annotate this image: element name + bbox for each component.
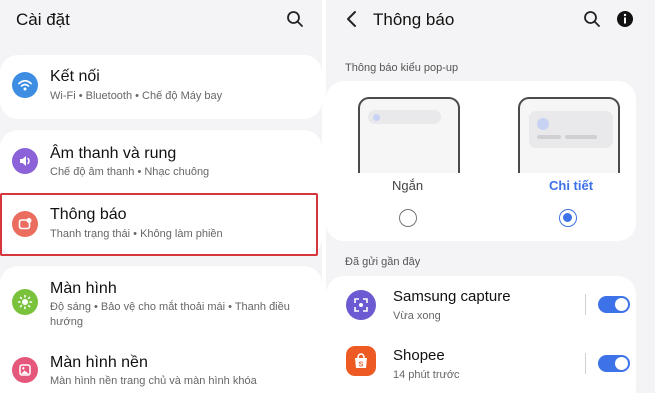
recent-app-row[interactable]: Samsung capture Vừa xong <box>326 276 636 334</box>
info-icon[interactable] <box>615 9 635 29</box>
row-divider <box>585 294 586 315</box>
settings-item-sound[interactable]: Âm thanh và rung Chế độ âm thanh • Nhạc … <box>0 130 322 193</box>
svg-text:S: S <box>359 362 364 369</box>
app-time: 14 phút trước <box>393 369 460 381</box>
volume-icon <box>12 148 38 174</box>
settings-header: Cài đặt <box>0 0 322 40</box>
recent-apps-card: Samsung capture Vừa xong S Shopee 14 phú… <box>326 276 636 393</box>
brief-option-label: Ngắn <box>392 178 424 193</box>
settings-title: Cài đặt <box>16 10 70 29</box>
search-icon[interactable] <box>582 9 602 29</box>
settings-item-wallpaper[interactable]: Màn hình nền Màn hình nền trang chủ và m… <box>0 342 322 393</box>
notifications-title: Thông báo <box>373 10 455 29</box>
detailed-option-label: Chi tiết <box>549 178 594 193</box>
samsung-capture-icon <box>346 290 376 320</box>
settings-item-display[interactable]: Màn hình Độ sáng • Bảo vệ cho mắt thoải … <box>0 266 322 342</box>
detailed-preview[interactable] <box>518 97 620 173</box>
brief-radio[interactable] <box>399 209 417 227</box>
settings-item-label: Âm thanh và rung <box>50 145 177 162</box>
app-time: Vừa xong <box>393 310 441 322</box>
recent-app-row[interactable]: S Shopee 14 phút trước <box>326 334 636 393</box>
shopee-toggle[interactable] <box>598 355 630 372</box>
brightness-icon <box>12 289 38 315</box>
highlight-box <box>0 193 318 256</box>
popup-style-card: Ngắn Chi tiết <box>326 81 636 241</box>
recent-section-label: Đã gửi gần đây <box>345 256 421 268</box>
notifications-header: Thông báo <box>326 0 655 40</box>
row-divider <box>585 353 586 374</box>
settings-item-label: Màn hình <box>50 280 117 297</box>
settings-card-connections: Kết nối Wi-Fi • Bluetooth • Chế độ Máy b… <box>0 55 322 119</box>
settings-item-sub: Chế độ âm thanh • Nhạc chuông <box>50 166 210 178</box>
samsung-capture-toggle[interactable] <box>598 296 630 313</box>
back-arrow-icon[interactable] <box>342 9 362 29</box>
settings-item-sub: Độ sáng • Bảo vệ cho mắt thoải mái • Tha… <box>50 301 290 313</box>
wallpaper-icon <box>12 357 38 383</box>
settings-item-sub-continued: hướng <box>50 316 83 328</box>
popup-section-label: Thông báo kiểu pop-up <box>345 62 459 74</box>
app-name: Samsung capture <box>393 288 511 305</box>
settings-item-label: Kết nối <box>50 68 100 85</box>
notifications-pane: Thông báo Thông báo kiểu pop-up Ngắn Chi… <box>326 0 655 393</box>
search-icon[interactable] <box>285 9 305 29</box>
shopee-icon: S <box>346 346 376 376</box>
detailed-radio[interactable] <box>559 209 577 227</box>
settings-card-display: Màn hình Độ sáng • Bảo vệ cho mắt thoải … <box>0 266 322 393</box>
settings-item-sub: Màn hình nền trang chủ và màn hình khóa <box>50 375 257 387</box>
brief-preview[interactable] <box>358 97 460 173</box>
settings-item-sub: Wi-Fi • Bluetooth • Chế độ Máy bay <box>50 90 223 102</box>
settings-item-connections[interactable]: Kết nối Wi-Fi • Bluetooth • Chế độ Máy b… <box>0 55 322 119</box>
settings-item-label: Màn hình nền <box>50 354 148 371</box>
wifi-icon <box>12 72 38 98</box>
settings-pane: Cài đặt Kết nối Wi-Fi • Bluetooth • Chế … <box>0 0 322 393</box>
app-name: Shopee <box>393 347 445 364</box>
